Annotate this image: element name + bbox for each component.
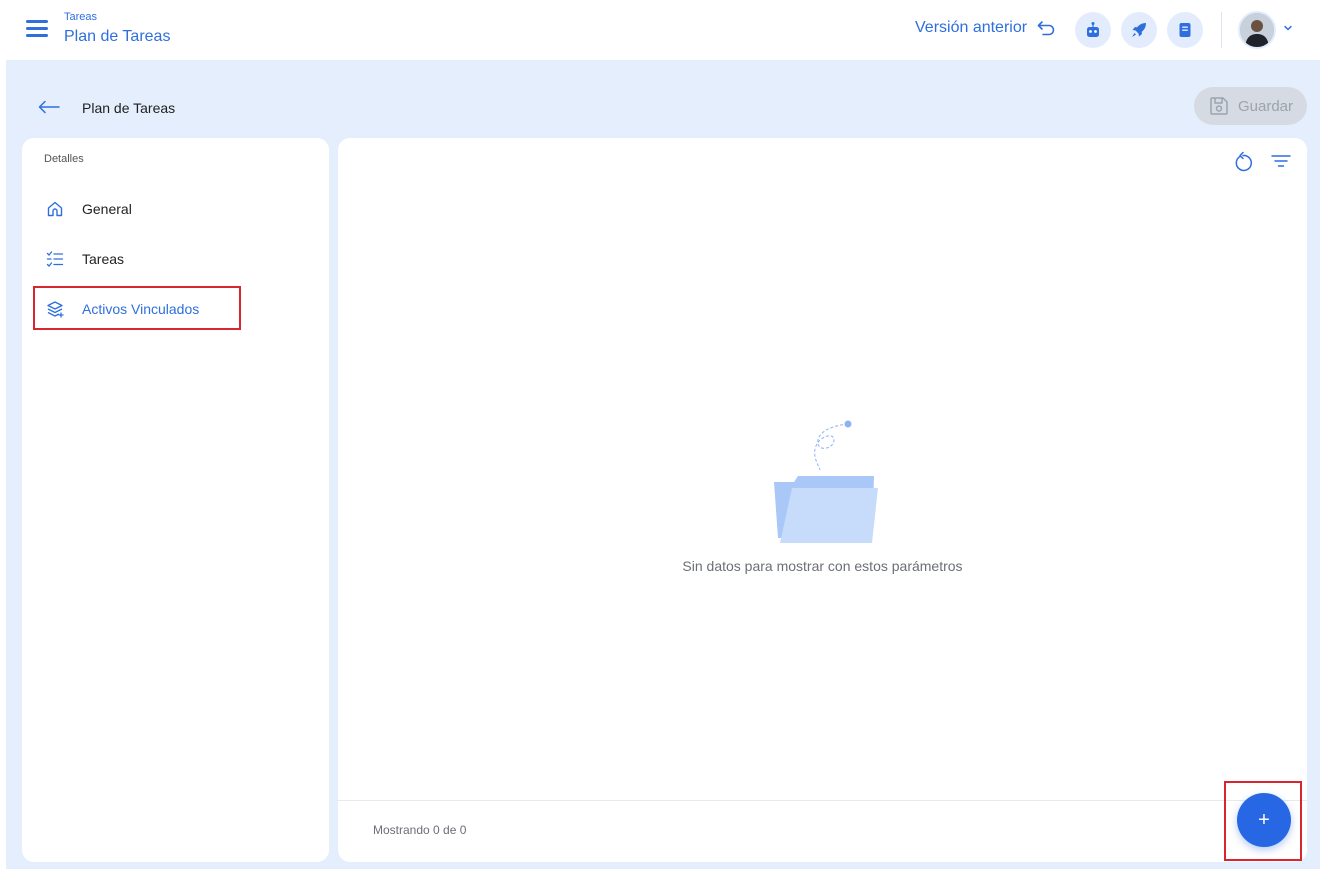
refresh-icon[interactable] [1232,151,1254,173]
pagination-summary: Mostrando 0 de 0 [373,823,467,837]
save-icon [1210,97,1228,115]
previous-version-link[interactable]: Versión anterior [915,19,1055,37]
user-photo-icon [1240,13,1274,47]
page-title: Plan de Tareas [82,100,176,116]
sidebar-item-general[interactable]: General [34,189,324,229]
details-sidebar: Detalles General Tareas Activos Vinculad [22,138,329,862]
avatar[interactable] [1238,11,1276,49]
sidebar-item-tareas[interactable]: Tareas [34,239,324,279]
back-arrow-icon[interactable] [38,100,60,114]
sidebar-item-label: Tareas [82,251,125,267]
assistant-button[interactable] [1075,12,1111,48]
footer-divider [338,800,1307,801]
header-divider [1221,12,1222,48]
chevron-down-icon[interactable] [1282,22,1294,34]
empty-folder-icon [774,420,878,543]
breadcrumb-title: Plan de Tareas [64,28,171,45]
linked-assets-panel: Sin datos para mostrar con estos parámet… [338,138,1307,862]
sidebar-item-label: General [82,201,132,217]
document-icon [1179,23,1191,37]
undo-icon [1037,21,1055,36]
robot-icon [1087,22,1099,37]
menu-icon[interactable] [26,20,48,38]
previous-version-label: Versión anterior [915,19,1028,36]
checklist-icon [46,251,64,267]
filter-icon[interactable] [1271,153,1291,169]
save-button[interactable]: Guardar [1194,87,1307,125]
notes-button[interactable] [1167,12,1203,48]
content-area: Plan de Tareas Guardar Detalles General … [6,60,1320,869]
save-label: Guardar [1237,97,1294,115]
breadcrumb-module[interactable]: Tareas [64,11,97,23]
section-label: Detalles [44,153,84,165]
top-bar: Tareas Plan de Tareas Versión anterior [0,0,1320,60]
empty-state-message: Sin datos para mostrar con estos parámet… [682,558,963,574]
rocket-icon [1132,23,1146,37]
highlight-annotation [1224,781,1302,861]
launch-button[interactable] [1121,12,1157,48]
home-icon [47,201,63,217]
highlight-annotation [33,286,241,330]
